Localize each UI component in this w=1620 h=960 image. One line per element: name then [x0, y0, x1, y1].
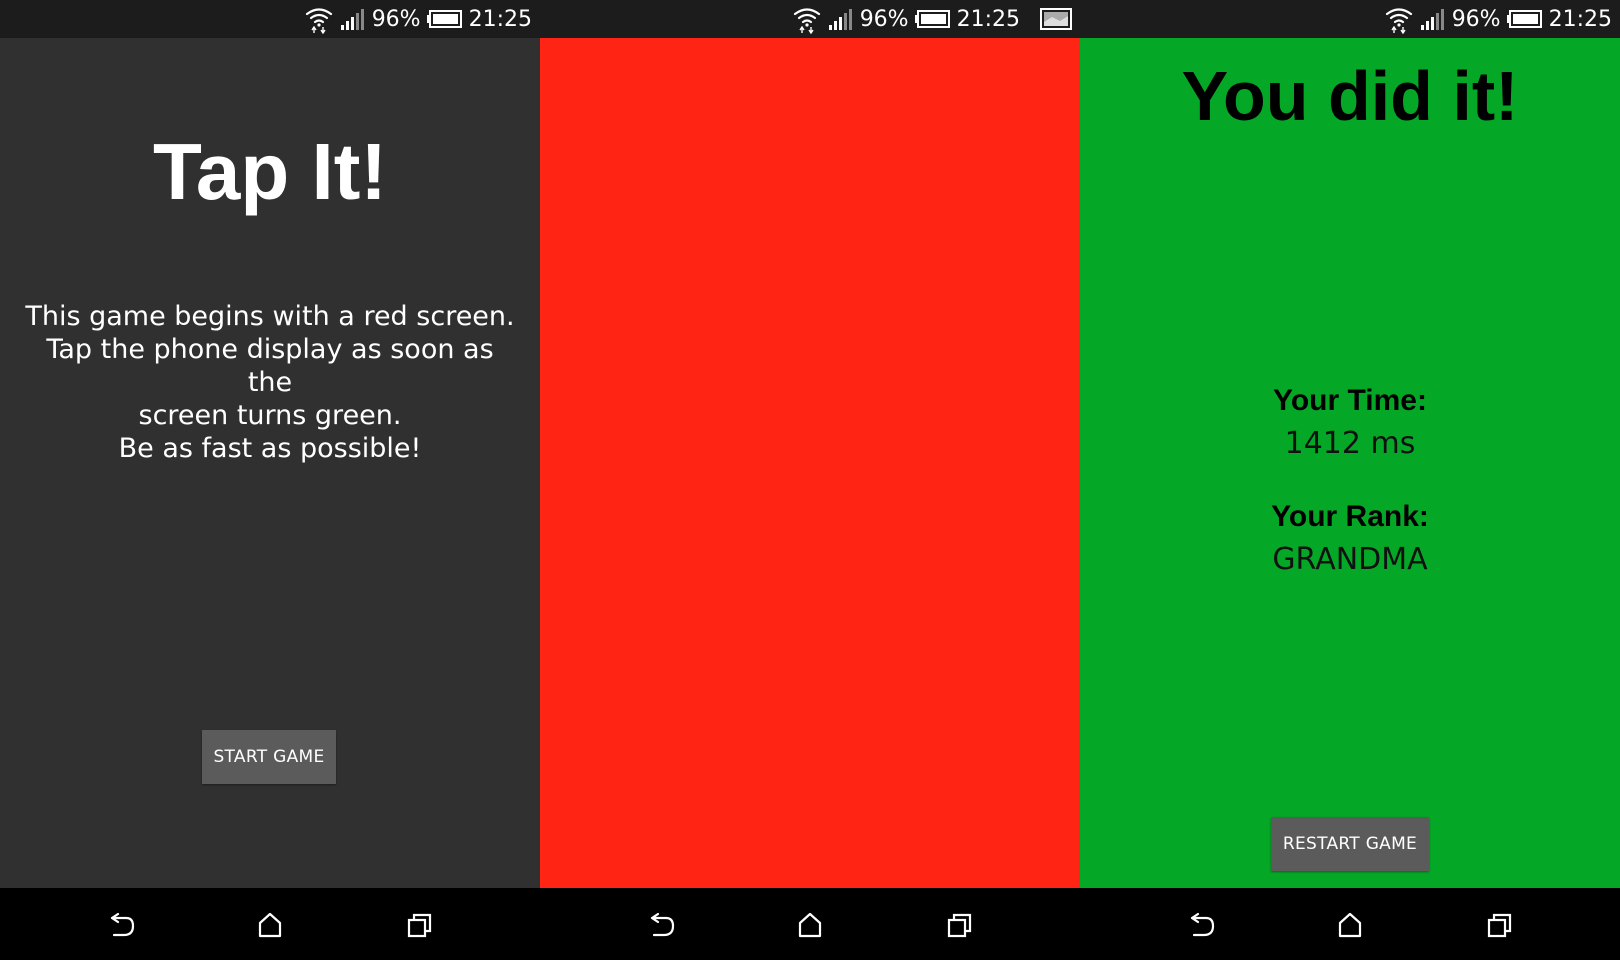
- home-icon[interactable]: [795, 910, 825, 940]
- recent-apps-icon[interactable]: [1485, 910, 1515, 940]
- status-bar: 96% 21:25: [1080, 0, 1620, 38]
- signal-icon: [340, 7, 366, 31]
- status-time: 21:25: [1548, 6, 1612, 32]
- back-icon[interactable]: [106, 910, 136, 940]
- battery-percent: 96%: [859, 6, 909, 32]
- instruction-line: Be as fast as possible!: [118, 433, 422, 464]
- instructions-text: This game begins with a red screen. Tap …: [20, 300, 520, 465]
- recent-apps-icon[interactable]: [405, 910, 435, 940]
- battery-icon: [1506, 9, 1543, 29]
- signal-icon: [828, 7, 854, 31]
- intro-content: Tap It! This game begins with a red scre…: [0, 38, 540, 888]
- home-icon[interactable]: [255, 910, 285, 940]
- wifi-icon: [792, 4, 822, 34]
- result-screen: 96% 21:25 You did it! Your Time: 1412 ms…: [1080, 0, 1620, 960]
- status-bar: 96% 21:25: [540, 0, 1080, 38]
- wifi-icon: [1384, 4, 1414, 34]
- result-content: You did it! Your Time: 1412 ms Your Rank…: [1080, 38, 1620, 888]
- wait-content[interactable]: [540, 38, 1080, 888]
- instruction-line: This game begins with a red screen.: [25, 301, 515, 332]
- battery-icon: [914, 9, 951, 29]
- battery-percent: 96%: [1451, 6, 1501, 32]
- time-label: Your Time:: [1273, 384, 1427, 417]
- game-title: Tap It!: [152, 127, 388, 216]
- back-icon[interactable]: [1186, 910, 1216, 940]
- navigation-bar: [0, 888, 540, 960]
- status-bar: 96% 21:25: [0, 0, 540, 38]
- intro-screen: 96% 21:25 Tap It! This game begins with …: [0, 0, 540, 960]
- rank-value: GRANDMA: [1272, 542, 1428, 577]
- restart-game-button[interactable]: RESTART GAME: [1271, 817, 1429, 871]
- wifi-icon: [304, 4, 334, 34]
- result-title: You did it!: [1181, 57, 1519, 135]
- wait-screen: 96% 21:25: [540, 0, 1080, 960]
- rank-label: Your Rank:: [1271, 500, 1429, 533]
- status-time: 21:25: [956, 6, 1020, 32]
- instruction-line: screen turns green.: [138, 400, 402, 431]
- status-time: 21:25: [468, 6, 532, 32]
- signal-icon: [1420, 7, 1446, 31]
- screenshot-panels: 96% 21:25 Tap It! This game begins with …: [0, 0, 1620, 960]
- instruction-line: Tap the phone display as soon as the: [46, 334, 494, 398]
- battery-percent: 96%: [371, 6, 421, 32]
- navigation-bar: [540, 888, 1080, 960]
- screenshot-notification-icon: [1040, 8, 1072, 30]
- battery-icon: [426, 9, 463, 29]
- navigation-bar: [1080, 888, 1620, 960]
- time-value: 1412 ms: [1284, 426, 1416, 461]
- home-icon[interactable]: [1335, 910, 1365, 940]
- back-icon[interactable]: [646, 910, 676, 940]
- start-game-button[interactable]: START GAME: [202, 730, 336, 784]
- recent-apps-icon[interactable]: [945, 910, 975, 940]
